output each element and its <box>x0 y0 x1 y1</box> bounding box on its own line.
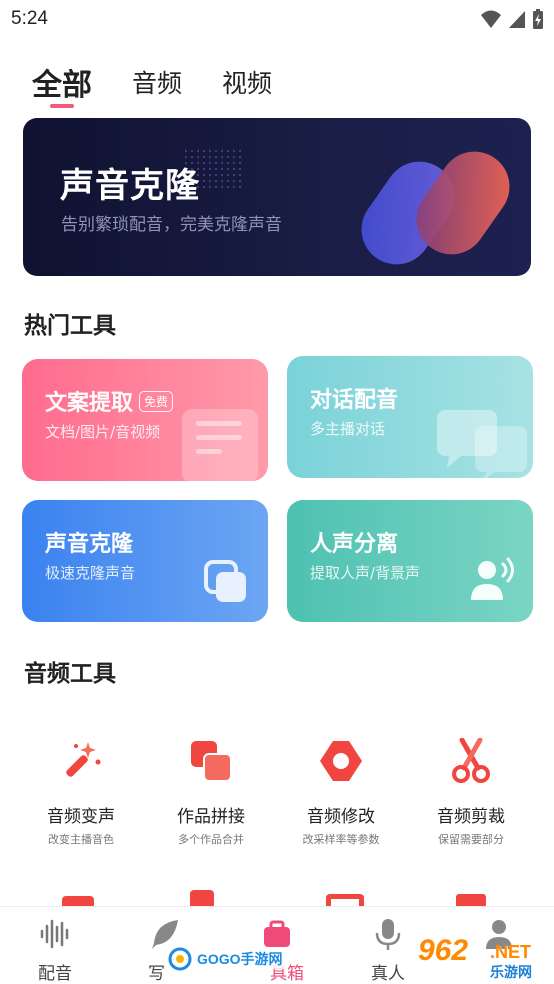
gogo-logo-icon <box>168 947 192 971</box>
vocal-separate-card[interactable]: 人声分离 提取人声/背景声 <box>287 500 533 622</box>
audio-modify-label: 音频修改 <box>307 807 375 827</box>
audio-trim-desc: 保留需要部分 <box>438 833 504 846</box>
audio-modify-desc: 改采样率等参数 <box>302 833 380 846</box>
962-watermark-net: .NET <box>490 942 532 962</box>
banner-subtitle: 告别繁琐配音，完美克隆声音 <box>61 215 282 235</box>
microphone-icon <box>375 919 401 950</box>
voice-change-tool[interactable]: 音频变声 改变主播音色 <box>16 738 146 847</box>
battery-charging-icon <box>533 9 543 29</box>
dialogue-dub-title: 对话配音 <box>310 388 399 413</box>
962-watermark-cn: 乐游网 <box>490 965 532 981</box>
voice-clone-card[interactable]: 声音克隆 极速克隆声音 <box>22 500 268 622</box>
text-extract-title: 文案提取 <box>45 391 134 416</box>
audio-modify-tool[interactable]: 音频修改 改采样率等参数 <box>276 738 406 847</box>
audio-tools-title: 音频工具 <box>24 661 116 687</box>
chat-bubbles-icon <box>437 410 527 478</box>
gogo-watermark-text: GOGO手游网 <box>195 949 285 969</box>
tab-audio[interactable]: 音频 <box>132 64 182 100</box>
work-merge-tool[interactable]: 作品拼接 多个作品合并 <box>146 738 276 847</box>
stack-squares-icon <box>191 741 232 782</box>
voice-change-label: 音频变声 <box>47 807 115 827</box>
text-extract-subtitle: 文档/图片/音视频 <box>45 423 161 441</box>
status-time: 5:24 <box>11 8 48 29</box>
hexagon-nut-icon <box>320 741 362 781</box>
card-title: 文案提取 免费 <box>45 385 174 417</box>
hot-tools-title: 热门工具 <box>24 313 116 339</box>
banner-graphic-icon <box>361 151 510 265</box>
copy-icon <box>204 560 246 602</box>
dialogue-dub-subtitle: 多主播对话 <box>310 420 386 438</box>
audio-trim-tool[interactable]: 音频剪裁 保留需要部分 <box>406 737 536 847</box>
scissors-icon <box>452 737 490 783</box>
waveform-icon <box>40 919 69 949</box>
status-bar: 5:24 <box>0 0 554 38</box>
nav-dubbing[interactable]: 配音 <box>0 907 110 984</box>
tab-all[interactable]: 全部 <box>32 60 92 104</box>
voice-clone-subtitle: 极速克隆声音 <box>45 564 136 582</box>
voice-change-desc: 改变主播音色 <box>48 833 114 846</box>
signal-icon <box>509 11 525 28</box>
wifi-icon <box>481 10 501 28</box>
work-merge-label: 作品拼接 <box>177 807 245 827</box>
document-icon <box>182 409 258 481</box>
audio-trim-label: 音频剪裁 <box>437 807 505 827</box>
voice-clone-banner[interactable]: 声音克隆 告别繁琐配音，完美克隆声音 <box>23 118 531 276</box>
next-tools-row <box>0 888 554 908</box>
status-icons <box>480 8 544 30</box>
banner-title: 声音克隆 <box>60 166 200 206</box>
tab-video[interactable]: 视频 <box>222 64 272 100</box>
tab-underline <box>50 104 74 108</box>
962-watermark-number: 962 <box>418 934 469 967</box>
962-watermark: 962 .NET 乐游网 <box>418 934 550 982</box>
gogo-watermark: GOGO手游网 <box>168 946 310 972</box>
nav-dubbing-label: 配音 <box>38 964 72 984</box>
magic-wand-icon <box>66 742 101 777</box>
free-badge: 免费 <box>139 390 174 412</box>
person-voice-icon <box>471 557 514 600</box>
category-tabs: 全部 音频 视频 <box>0 58 554 114</box>
text-extract-card[interactable]: 文案提取 免费 文档/图片/音视频 <box>22 359 268 481</box>
work-merge-desc: 多个作品合并 <box>178 833 244 846</box>
vocal-separate-subtitle: 提取人声/背景声 <box>310 564 421 582</box>
voice-clone-title: 声音克隆 <box>45 532 134 557</box>
dialogue-dub-card[interactable]: 对话配音 多主播对话 <box>287 356 533 478</box>
vocal-separate-title: 人声分离 <box>310 532 399 557</box>
